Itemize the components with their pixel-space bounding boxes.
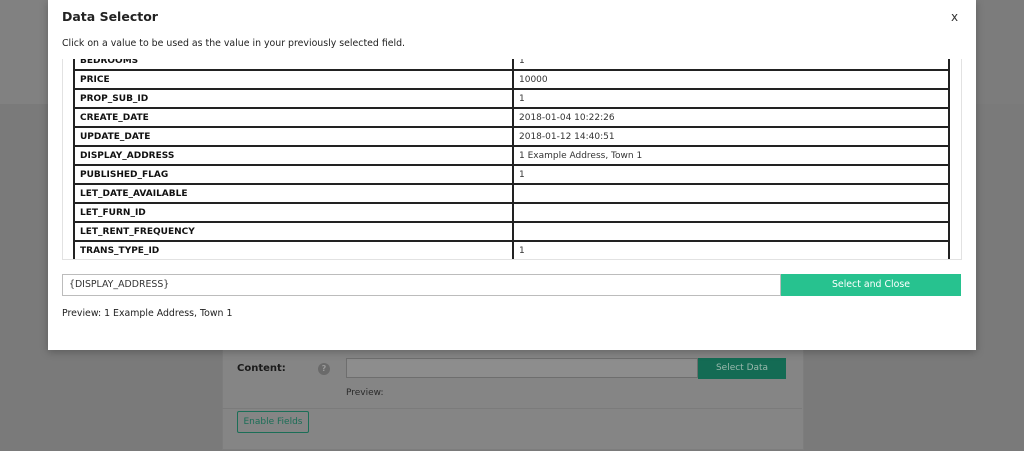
content-input[interactable] bbox=[346, 358, 698, 378]
background-header-right bbox=[976, 0, 1024, 104]
table-row: PROP_SUB_ID 1 bbox=[73, 88, 950, 109]
enable-fields-button[interactable]: Enable Fields bbox=[237, 411, 309, 433]
row-key: UPDATE_DATE bbox=[73, 126, 514, 147]
selected-field-input[interactable]: {DISPLAY_ADDRESS} bbox=[62, 274, 781, 296]
table-row: DISPLAY_ADDRESS 1 Example Address, Town 1 bbox=[73, 145, 950, 166]
row-key: PRICE bbox=[73, 69, 514, 90]
select-and-close-button[interactable]: Select and Close bbox=[781, 274, 961, 296]
select-data-button[interactable]: Select Data bbox=[698, 358, 786, 379]
row-value[interactable]: 10000 bbox=[512, 69, 950, 90]
background-divider bbox=[222, 408, 802, 409]
modal-description: Click on a value to be used as the value… bbox=[62, 38, 406, 49]
row-value[interactable]: 1 bbox=[512, 164, 950, 185]
row-key: PUBLISHED_FLAG bbox=[73, 164, 514, 185]
row-value[interactable]: 1 Example Address, Town 1 bbox=[512, 145, 950, 166]
close-icon[interactable]: x bbox=[951, 10, 958, 24]
preview-text: Preview: 1 Example Address, Town 1 bbox=[62, 308, 233, 319]
row-key: LET_DATE_AVAILABLE bbox=[73, 183, 514, 204]
content-preview-label: Preview: bbox=[346, 388, 384, 398]
help-icon[interactable]: ? bbox=[318, 363, 330, 375]
row-value[interactable] bbox=[512, 221, 950, 242]
row-value[interactable] bbox=[512, 183, 950, 204]
row-value[interactable]: 2018-01-12 14:40:51 bbox=[512, 126, 950, 147]
row-value[interactable]: 1 bbox=[512, 59, 950, 71]
table-row: PUBLISHED_FLAG 1 bbox=[73, 164, 950, 185]
data-table: BEDROOMS 1 PRICE 10000 PROP_SUB_ID 1 CREATE_DA… bbox=[73, 59, 950, 259]
row-key: LET_RENT_FREQUENCY bbox=[73, 221, 514, 242]
row-value[interactable] bbox=[512, 202, 950, 223]
table-row: LET_RENT_FREQUENCY bbox=[73, 221, 950, 242]
data-table-scroll-area[interactable]: BEDROOMS 1 PRICE 10000 PROP_SUB_ID 1 CREATE_DA… bbox=[62, 59, 962, 260]
row-key: DISPLAY_ADDRESS bbox=[73, 145, 514, 166]
row-key: TRANS_TYPE_ID bbox=[73, 240, 514, 259]
row-value[interactable]: 1 bbox=[512, 88, 950, 109]
table-row: TRANS_TYPE_ID 1 bbox=[73, 240, 950, 259]
background-panel bbox=[222, 340, 804, 450]
row-value[interactable]: 2018-01-04 10:22:26 bbox=[512, 107, 950, 128]
table-row: BEDROOMS 1 bbox=[73, 59, 950, 71]
row-key: PROP_SUB_ID bbox=[73, 88, 514, 109]
table-row: UPDATE_DATE 2018-01-12 14:40:51 bbox=[73, 126, 950, 147]
table-row: CREATE_DATE 2018-01-04 10:22:26 bbox=[73, 107, 950, 128]
table-row: LET_DATE_AVAILABLE bbox=[73, 183, 950, 204]
row-key: LET_FURN_ID bbox=[73, 202, 514, 223]
row-key: BEDROOMS bbox=[73, 59, 514, 71]
table-row: LET_FURN_ID bbox=[73, 202, 950, 223]
data-selector-modal: Data Selector x Click on a value to be u… bbox=[48, 0, 976, 350]
row-value[interactable]: 1 bbox=[512, 240, 950, 259]
table-row: PRICE 10000 bbox=[73, 69, 950, 90]
content-label: Content: bbox=[237, 363, 286, 374]
row-key: CREATE_DATE bbox=[73, 107, 514, 128]
modal-title: Data Selector bbox=[62, 9, 158, 24]
